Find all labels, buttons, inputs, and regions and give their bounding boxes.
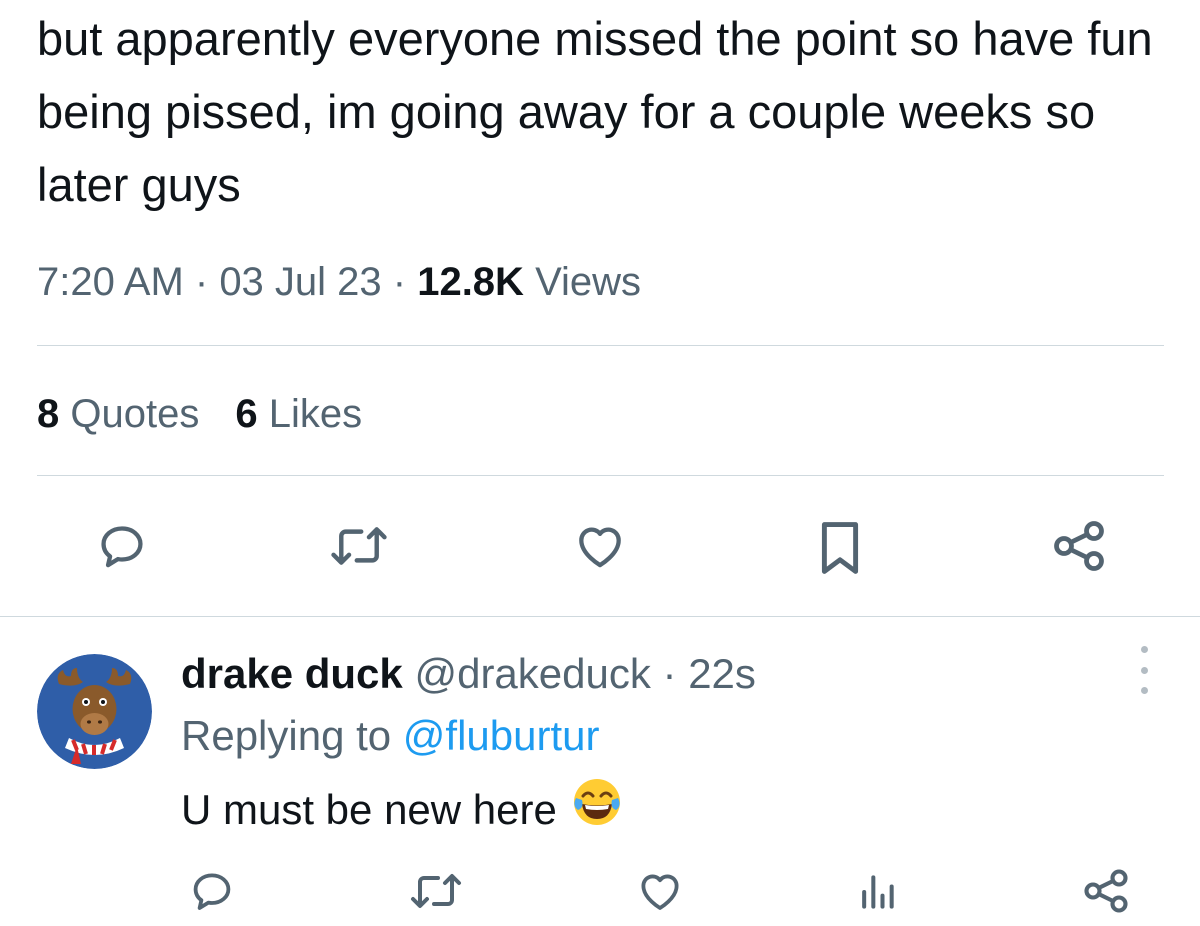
more-dot (1140, 646, 1148, 653)
retweet-button[interactable] (405, 864, 467, 918)
tweet-stats: 8 Quotes 6 Likes (37, 386, 362, 442)
reply-button[interactable] (92, 516, 152, 576)
divider (0, 616, 1200, 617)
views-count: 12.8K (417, 260, 524, 304)
moose-avatar-icon (37, 654, 152, 769)
views-label: Views (523, 260, 642, 304)
more-dot (1140, 666, 1148, 674)
like-button[interactable] (632, 864, 688, 918)
avatar[interactable] (37, 654, 152, 769)
meta-separator: · (381, 260, 418, 304)
replying-label: Replying to (181, 712, 403, 759)
share-icon (1084, 869, 1128, 913)
tweet-time[interactable]: 7:20 AM (37, 260, 184, 304)
reply-icon (101, 526, 143, 568)
tweet-meta: 7:20 AM · 03 Jul 23 · 12.8K Views (37, 254, 641, 310)
reply-display-name[interactable]: drake duck (181, 650, 403, 697)
retweet-icon (411, 874, 461, 908)
divider (37, 475, 1164, 476)
bookmark-button[interactable] (812, 516, 868, 580)
more-dot (1140, 687, 1148, 694)
like-icon (579, 527, 621, 568)
more-options-button[interactable] (1126, 646, 1162, 694)
laughing-emoji-icon (571, 776, 623, 844)
retweet-icon (331, 527, 387, 565)
reply-body: U must be new here (181, 776, 623, 844)
reply-age[interactable]: 22s (688, 650, 756, 697)
divider (37, 345, 1164, 346)
likes-label: Likes (257, 392, 363, 436)
retweet-button[interactable] (324, 516, 394, 576)
reply-icon (193, 873, 231, 910)
likes-stat[interactable]: 6 Likes (235, 392, 362, 436)
tweet-date[interactable]: 03 Jul 23 (219, 260, 381, 304)
reply-header: drake duck @drakeduck · 22s (181, 644, 756, 704)
reply-button[interactable] (184, 864, 240, 918)
reply-handle[interactable]: @drakeduck (403, 650, 650, 697)
tweet-text: but apparently everyone missed the point… (37, 12, 1153, 211)
share-icon (1054, 521, 1104, 571)
views-button[interactable] (852, 866, 902, 918)
reply-text: U must be new here (181, 786, 557, 833)
quotes-label: Quotes (59, 392, 200, 436)
quotes-count: 8 (37, 392, 60, 436)
reply-separator: · (650, 650, 689, 697)
likes-count: 6 (235, 392, 258, 436)
like-icon (641, 874, 679, 910)
replying-mention[interactable]: @fluburtur (403, 712, 600, 759)
bookmark-icon (821, 522, 859, 574)
quotes-stat[interactable]: 8 Quotes (37, 392, 199, 436)
replying-to: Replying to @fluburtur (181, 706, 600, 766)
share-button[interactable] (1077, 862, 1135, 920)
like-button[interactable] (570, 516, 630, 576)
meta-separator: · (183, 260, 220, 304)
views-icon (862, 875, 894, 909)
share-button[interactable] (1047, 514, 1111, 578)
